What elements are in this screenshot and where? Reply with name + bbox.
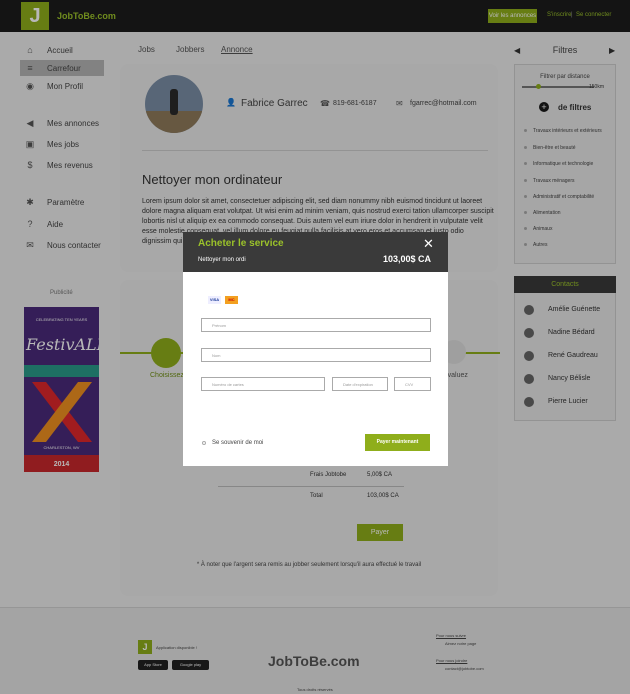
modal-header: Acheter le service ✕ Nettoyer mon ordi 1… — [183, 232, 448, 272]
cvv-field[interactable] — [394, 377, 431, 391]
visa-icon: VISA — [208, 296, 221, 304]
modal-price: 103,00$ CA — [383, 254, 432, 264]
remember-me-label[interactable]: Se souvenir de moi — [212, 440, 263, 446]
first-name-field[interactable] — [201, 318, 431, 332]
modal-title: Acheter le service — [198, 238, 284, 249]
purchase-modal: Acheter le service ✕ Nettoyer mon ordi 1… — [183, 232, 448, 466]
expiry-field[interactable] — [332, 377, 388, 391]
last-name-field[interactable] — [201, 348, 431, 362]
card-number-field[interactable] — [201, 377, 325, 391]
mastercard-icon: MC — [225, 296, 238, 304]
pay-now-button[interactable]: Payer maintenant — [365, 434, 430, 451]
modal-subtitle: Nettoyer mon ordi — [198, 257, 246, 263]
remember-me-checkbox[interactable] — [202, 441, 206, 445]
close-icon[interactable]: ✕ — [423, 236, 434, 252]
